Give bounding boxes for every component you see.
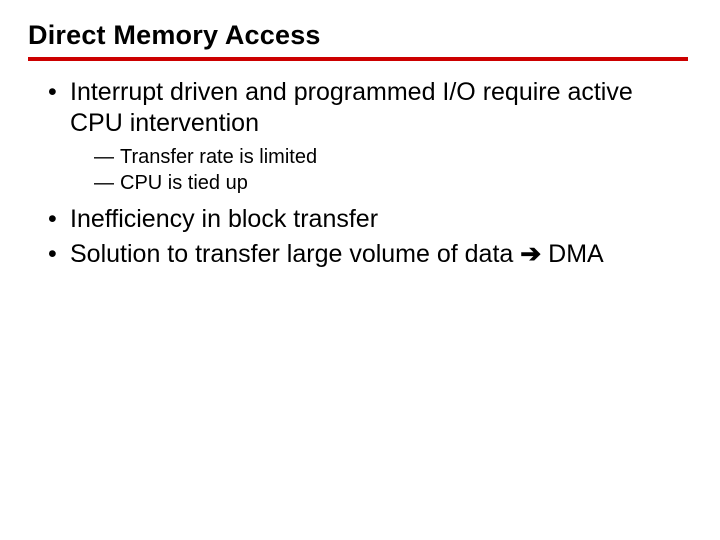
sub-bullet-text: CPU is tied up bbox=[120, 172, 248, 194]
sub-bullet-item: Transfer rate is limited bbox=[94, 144, 692, 170]
arrow-right-icon: ➔ bbox=[520, 240, 541, 268]
slide-title: Direct Memory Access bbox=[28, 20, 688, 61]
slide: Direct Memory Access Interrupt driven an… bbox=[0, 0, 720, 540]
bullet-text: Interrupt driven and programmed I/O requ… bbox=[70, 78, 633, 137]
bullet-text-suffix: DMA bbox=[541, 240, 604, 268]
sub-bullet-text: Transfer rate is limited bbox=[120, 146, 317, 168]
sub-bullet-item: CPU is tied up bbox=[94, 170, 692, 196]
bullet-item: Interrupt driven and programmed I/O requ… bbox=[48, 77, 692, 196]
bullet-text: Inefficiency in block transfer bbox=[70, 205, 378, 233]
bullet-item: Solution to transfer large volume of dat… bbox=[48, 239, 692, 270]
bullet-list: Interrupt driven and programmed I/O requ… bbox=[28, 77, 692, 270]
bullet-text-prefix: Solution to transfer large volume of dat… bbox=[70, 240, 520, 268]
bullet-item: Inefficiency in block transfer bbox=[48, 204, 692, 235]
sub-bullet-list: Transfer rate is limited CPU is tied up bbox=[70, 144, 692, 196]
